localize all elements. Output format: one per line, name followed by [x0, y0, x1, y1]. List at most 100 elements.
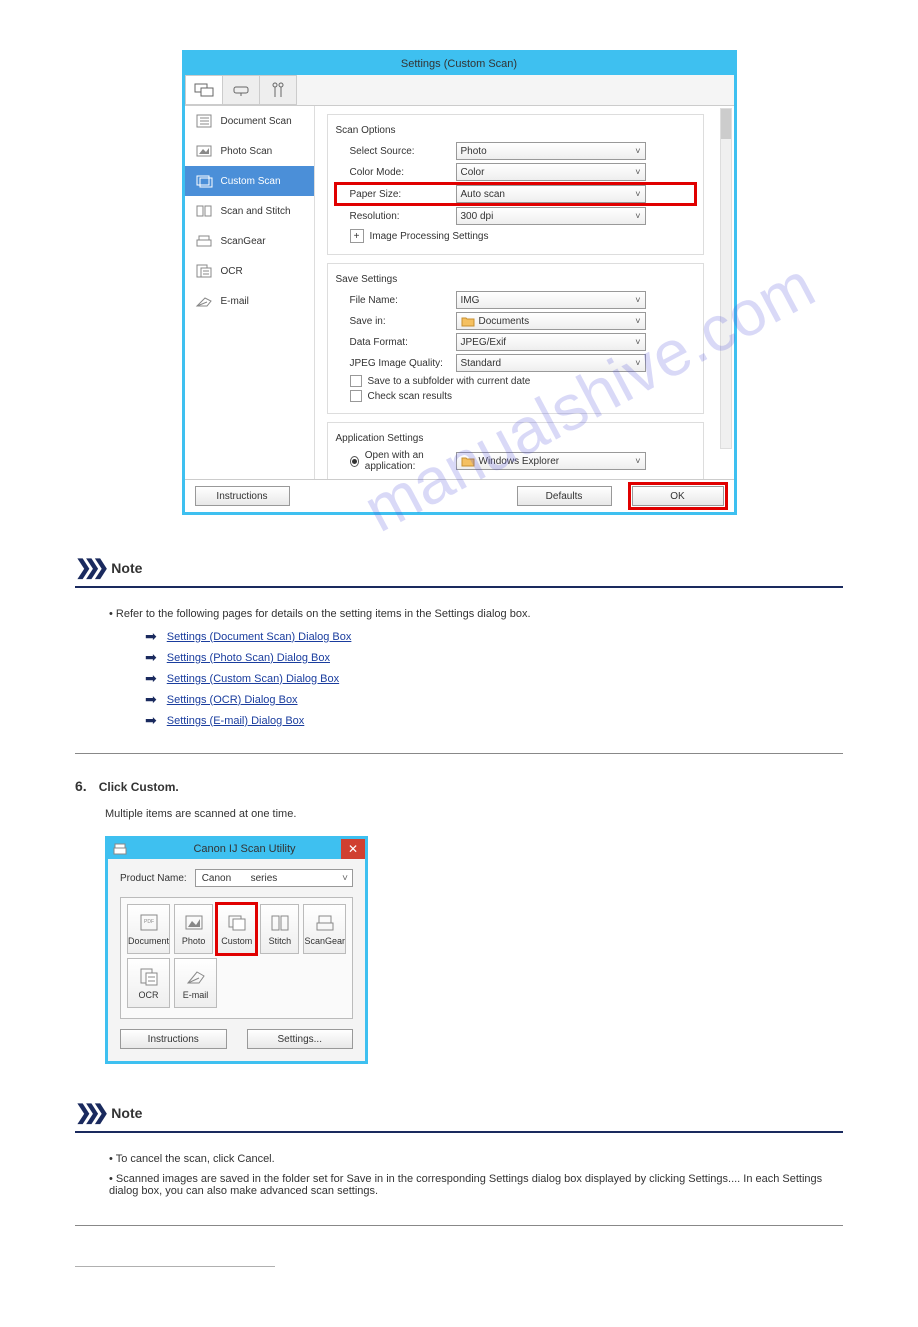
link-list: ➡ Settings (Document Scan) Dialog Box ➡ Se… [85, 628, 843, 729]
sidebar-label: OCR [221, 266, 243, 277]
file-name-label: File Name: [336, 295, 456, 306]
sidebar-item-custom-scan[interactable]: Custom Scan [185, 166, 314, 196]
open-with-dropdown[interactable]: Windows Explorer [456, 452, 646, 470]
custom-icon [195, 174, 213, 188]
close-button[interactable]: ✕ [341, 839, 365, 859]
color-mode-label: Color Mode: [336, 167, 456, 178]
scroll-thumb[interactable] [721, 109, 731, 139]
step-number: 6. [75, 778, 87, 794]
toolbar-tabs [185, 75, 734, 106]
tab-scan-from-panel[interactable] [222, 75, 260, 105]
scan-options-heading: Scan Options [336, 125, 695, 136]
settings-dialog: Settings (Custom Scan) Document Scan [182, 50, 737, 515]
resolution-label: Resolution: [336, 211, 456, 222]
link-ocr[interactable]: Settings (OCR) Dialog Box [167, 694, 298, 706]
tab-general-settings[interactable] [259, 75, 297, 105]
svg-text:PDF: PDF [144, 919, 154, 925]
arrow-icon: ➡ [145, 649, 157, 666]
subfolder-label: Save to a subfolder with current date [368, 376, 531, 387]
sidebar-label: Scan and Stitch [221, 206, 291, 217]
sidebar: Document Scan Photo Scan Custom Scan Sca… [185, 106, 315, 479]
chevrons-icon: ❯❯❯ [75, 1100, 101, 1125]
data-format-dropdown[interactable]: JPEG/Exif [456, 333, 646, 351]
note-text: Refer to the following pages for details… [116, 608, 531, 620]
resolution-dropdown[interactable]: 300 dpi [456, 207, 646, 225]
sidebar-label: ScanGear [221, 236, 266, 247]
document-button[interactable]: PDF Document [127, 904, 170, 954]
save-in-label: Save in: [336, 316, 456, 327]
link-custom-scan[interactable]: Settings (Custom Scan) Dialog Box [167, 673, 339, 685]
ok-button[interactable]: OK [632, 486, 724, 506]
sidebar-item-scan-stitch[interactable]: Scan and Stitch [185, 196, 314, 226]
product-name-dropdown[interactable]: Canon series [195, 869, 353, 887]
ocr-icon [195, 264, 213, 278]
instructions-button-2[interactable]: Instructions [120, 1029, 227, 1049]
save-settings-heading: Save Settings [336, 274, 695, 285]
step-subtext: Multiple items are scanned at one time. [105, 808, 843, 820]
email-button[interactable]: E-mail [174, 958, 217, 1008]
defaults-button[interactable]: Defaults [517, 486, 612, 506]
scrollbar[interactable] [720, 108, 732, 449]
main-panel: Scan Options Select Source: Photo Color … [315, 106, 734, 479]
jpeg-quality-dropdown[interactable]: Standard [456, 354, 646, 372]
paper-size-dropdown[interactable]: Auto scan [456, 185, 646, 203]
link-photo-scan[interactable]: Settings (Photo Scan) Dialog Box [167, 652, 330, 664]
explorer-icon [461, 455, 475, 467]
sidebar-item-document-scan[interactable]: Document Scan [185, 106, 314, 136]
step-text: Click Custom. [99, 780, 179, 794]
sidebar-item-ocr[interactable]: OCR [185, 256, 314, 286]
tab-scan-from-computer[interactable] [185, 75, 223, 105]
arrow-icon: ➡ [145, 691, 157, 708]
note-label: Note [111, 1105, 142, 1121]
paper-size-label: Paper Size: [336, 189, 456, 200]
photo-button[interactable]: Photo [174, 904, 213, 954]
settings-button[interactable]: Settings... [247, 1029, 354, 1049]
photo-icon [195, 144, 213, 158]
arrow-icon: ➡ [145, 712, 157, 729]
note2-line2: • Scanned images are saved in the folder… [85, 1173, 843, 1197]
sidebar-item-photo-scan[interactable]: Photo Scan [185, 136, 314, 166]
note2-line1: • To cancel the scan, click Cancel. [85, 1153, 843, 1165]
document-icon [195, 114, 213, 128]
subfolder-checkbox[interactable] [350, 375, 362, 387]
scangear-icon [195, 234, 213, 248]
sidebar-label: Photo Scan [221, 146, 273, 157]
file-name-field[interactable]: IMG [456, 291, 646, 309]
color-mode-dropdown[interactable]: Color [456, 163, 646, 181]
scan-utility-dialog: Canon IJ Scan Utility ✕ Product Name: Ca… [105, 836, 368, 1064]
product-name-label: Product Name: [120, 873, 187, 884]
dialog-footer: Instructions Defaults OK [185, 479, 734, 512]
folder-icon [461, 315, 475, 327]
arrow-icon: ➡ [145, 628, 157, 645]
paper-size-row-highlight: Paper Size: Auto scan [336, 184, 695, 204]
stitch-button[interactable]: Stitch [260, 904, 299, 954]
check-results-label: Check scan results [368, 391, 452, 402]
link-document-scan[interactable]: Settings (Document Scan) Dialog Box [167, 631, 352, 643]
data-format-label: Data Format: [336, 337, 456, 348]
expand-image-processing[interactable]: + [350, 229, 364, 243]
sidebar-label: Document Scan [221, 116, 292, 127]
sidebar-label: E-mail [221, 296, 249, 307]
note-label: Note [111, 560, 142, 576]
dialog-title: Settings (Custom Scan) [185, 53, 734, 75]
sidebar-item-email[interactable]: E-mail [185, 286, 314, 316]
open-with-radio[interactable] [350, 456, 359, 467]
chevrons-icon: ❯❯❯ [75, 555, 101, 580]
custom-button[interactable]: Custom [217, 904, 256, 954]
save-in-dropdown[interactable]: Documents [456, 312, 646, 330]
stitch-icon [195, 204, 213, 218]
instructions-button[interactable]: Instructions [195, 486, 290, 506]
sidebar-item-scangear[interactable]: ScanGear [185, 226, 314, 256]
email-icon [195, 294, 213, 308]
app-settings-heading: Application Settings [336, 433, 695, 444]
select-source-dropdown[interactable]: Photo [456, 142, 646, 160]
check-results-checkbox[interactable] [350, 390, 362, 402]
footer-divider [75, 1266, 275, 1267]
arrow-icon: ➡ [145, 670, 157, 687]
sidebar-label: Custom Scan [221, 176, 281, 187]
ocr-button[interactable]: OCR [127, 958, 170, 1008]
select-source-label: Select Source: [336, 146, 456, 157]
link-email[interactable]: Settings (E-mail) Dialog Box [167, 715, 305, 727]
scangear-button[interactable]: ScanGear [303, 904, 346, 954]
jpeg-quality-label: JPEG Image Quality: [336, 358, 456, 369]
